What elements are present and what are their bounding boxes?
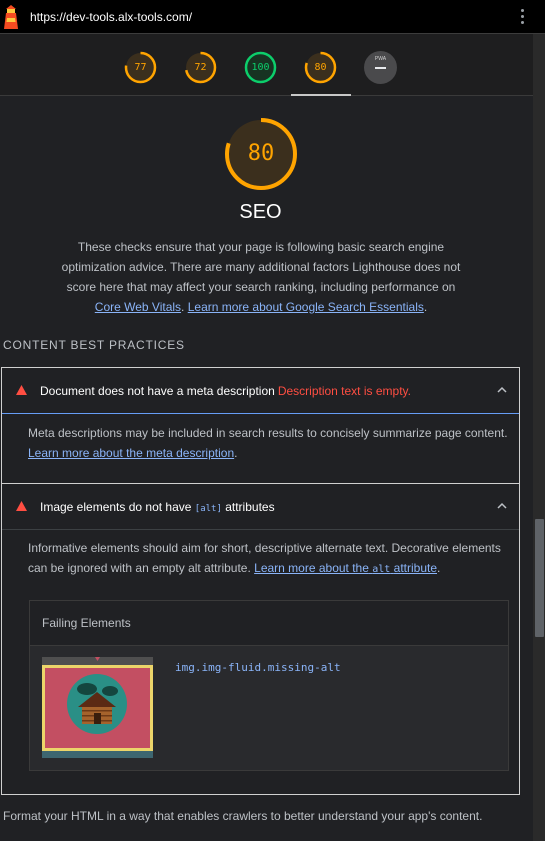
address-bar: https://dev-tools.alx-tools.com/ <box>0 0 545 34</box>
chevron-up-icon[interactable] <box>496 500 508 512</box>
group-title: CONTENT BEST PRACTICES <box>3 338 185 352</box>
fail-triangle-icon <box>16 385 27 395</box>
gauge-score: 80 <box>314 62 327 73</box>
gauge-best-practices[interactable]: 100 <box>244 51 277 84</box>
search-essentials-link[interactable]: Learn more about Google Search Essential… <box>188 300 424 314</box>
gauge-seo[interactable]: 80 <box>304 51 337 84</box>
audit-title: Image elements do not have [alt] attribu… <box>40 500 275 514</box>
pwa-dash-icon <box>375 67 386 69</box>
core-web-vitals-link[interactable]: Core Web Vitals <box>95 300 181 314</box>
category-description: These checks ensure that your page is fo… <box>61 240 461 314</box>
lighthouse-icon <box>4 5 18 29</box>
audit-image-alt: Image elements do not have [alt] attribu… <box>1 483 520 795</box>
gauge-accessibility[interactable]: 72 <box>184 51 217 84</box>
category-title: SEO <box>239 201 282 223</box>
scrollbar-thumb[interactable] <box>535 519 544 637</box>
gauge-pwa[interactable]: PWA <box>364 51 397 84</box>
gauge-performance[interactable]: 77 <box>124 51 157 84</box>
audit-meta-description: Document does not have a meta descriptio… <box>1 367 520 484</box>
gauge-score: 77 <box>134 62 147 73</box>
audit-description: Meta descriptions may be included in sea… <box>28 426 508 460</box>
gauge-score: 100 <box>251 62 270 73</box>
more-options-icon[interactable] <box>519 9 525 27</box>
element-selector[interactable]: img.img-fluid.missing-alt <box>175 661 341 674</box>
audit-title: Document does not have a meta descriptio… <box>40 384 411 398</box>
chevron-up-icon[interactable] <box>496 384 508 396</box>
scrollbar[interactable] <box>533 34 545 841</box>
audit-display-value: Description text is empty. <box>277 384 411 398</box>
fail-triangle-icon <box>16 501 27 511</box>
group-footnote: Format your HTML in a way that enables c… <box>3 809 483 823</box>
page-url[interactable]: https://dev-tools.alx-tools.com/ <box>30 10 192 24</box>
alt-attribute-link[interactable]: Learn more about the alt attribute <box>254 561 437 575</box>
category-score: 80 <box>247 141 275 166</box>
category-gauge: 80 <box>224 117 298 191</box>
audit-description: Informative elements should aim for shor… <box>28 541 501 575</box>
failing-elements-table: Failing Elements img.img-fluid.missing-a… <box>29 600 509 771</box>
audit-header[interactable]: Image elements do not have [alt] attribu… <box>2 484 519 530</box>
element-screenshot-thumbnail[interactable] <box>42 657 153 758</box>
gauge-score: 72 <box>194 62 207 73</box>
audit-header[interactable]: Document does not have a meta descriptio… <box>2 368 519 414</box>
table-header: Failing Elements <box>30 601 508 646</box>
pwa-label: PWA <box>374 56 387 62</box>
meta-description-link[interactable]: Learn more about the meta description <box>28 446 234 460</box>
